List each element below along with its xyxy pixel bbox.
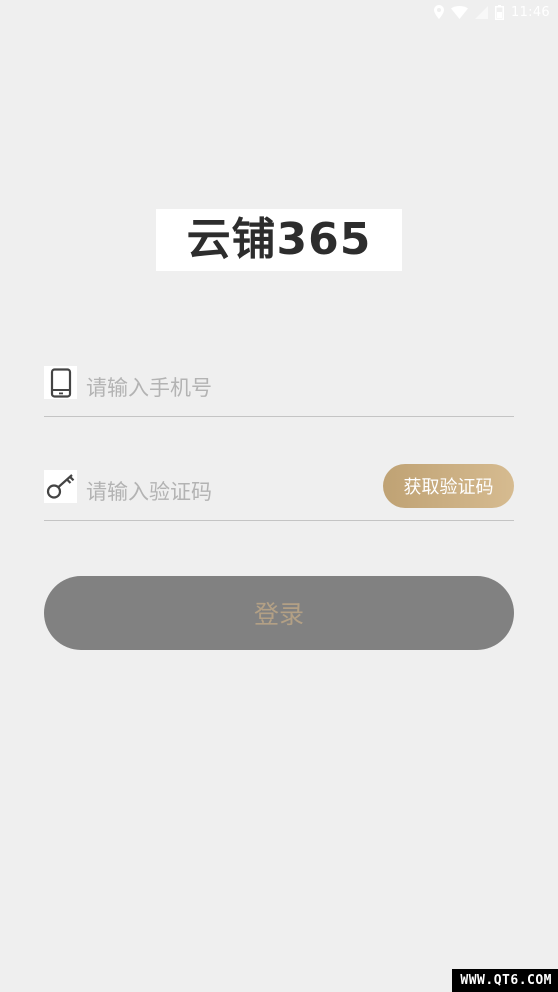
phone-field (44, 364, 514, 417)
signal-icon (475, 5, 489, 19)
app-logo: 云铺365 (156, 209, 402, 271)
login-button[interactable]: 登录 (44, 576, 514, 650)
status-icons: 11:46 (434, 3, 550, 21)
code-input[interactable] (86, 475, 366, 509)
get-code-button[interactable]: 获取验证码 (383, 464, 514, 508)
battery-icon (495, 4, 505, 20)
watermark: WWW.QT6.COM (452, 969, 558, 992)
wifi-icon (451, 5, 469, 19)
code-field: 获取验证码 (44, 464, 514, 521)
logo-text: 云铺365 (186, 214, 372, 265)
phone-icon (44, 366, 77, 399)
location-icon (434, 5, 445, 19)
status-bar: 11:46 (0, 0, 558, 24)
status-time: 11:46 (511, 4, 550, 20)
key-icon (44, 470, 77, 503)
phone-input[interactable] (86, 371, 506, 405)
